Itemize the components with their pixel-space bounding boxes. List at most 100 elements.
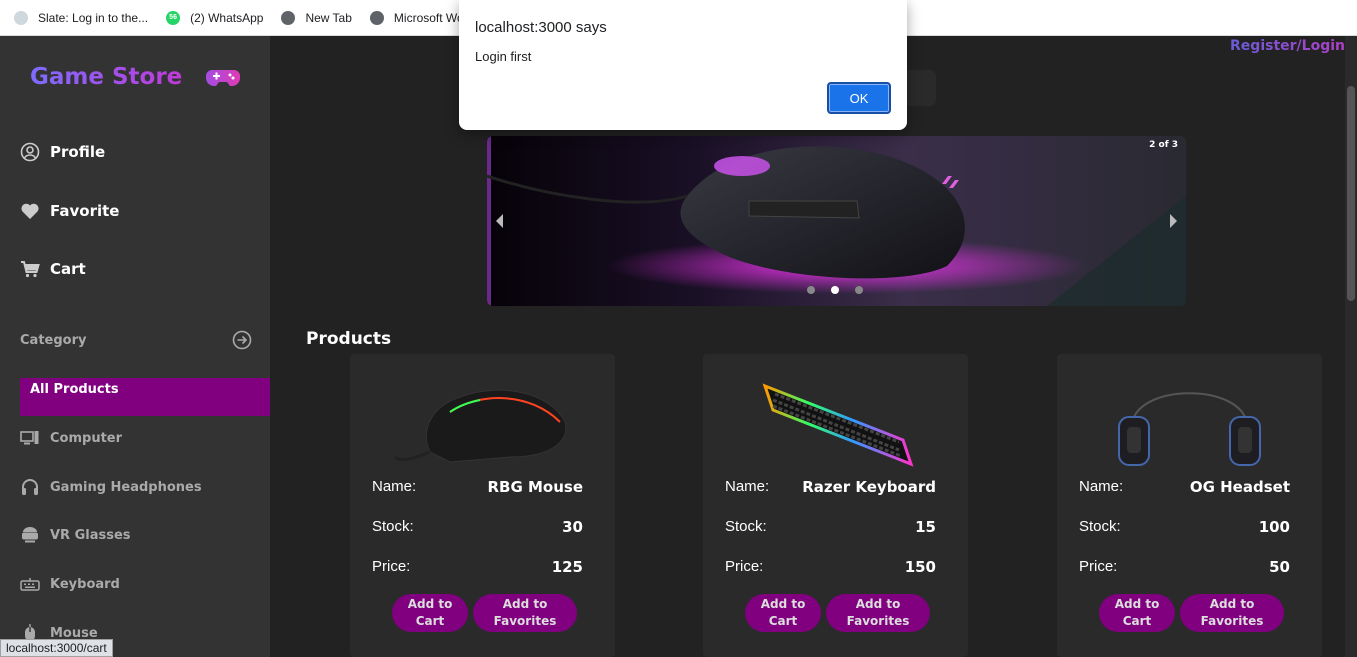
product-stock: 100 bbox=[1258, 518, 1290, 536]
logo[interactable]: Game Store bbox=[30, 64, 241, 90]
globe-icon bbox=[369, 10, 384, 25]
add-to-favorites-button[interactable]: Add to Favorites bbox=[826, 594, 930, 632]
button-label: Add to bbox=[1209, 597, 1255, 611]
product-stock: 30 bbox=[562, 518, 583, 536]
product-price: 50 bbox=[1269, 558, 1290, 576]
scrollbar-thumb[interactable] bbox=[1347, 86, 1355, 301]
bookmark-new-tab[interactable]: New Tab bbox=[281, 10, 352, 25]
category-keyboard[interactable]: Keyboard bbox=[20, 574, 120, 594]
vr-headset-icon bbox=[22, 527, 38, 543]
headphones-icon bbox=[22, 479, 38, 495]
logo-text: Game Store bbox=[30, 64, 183, 90]
bookmark-label: (2) WhatsApp bbox=[190, 10, 264, 25]
product-price-row: Price: 150 bbox=[725, 558, 936, 576]
product-image-mouse bbox=[393, 389, 567, 463]
product-price: 150 bbox=[904, 558, 936, 576]
sidebar: Game Store Profile Favorite Cart Categor… bbox=[0, 36, 270, 657]
carousel-dot[interactable] bbox=[831, 286, 839, 294]
ok-button[interactable]: OK bbox=[827, 82, 891, 114]
product-image-headset bbox=[1118, 389, 1261, 466]
category-vr-glasses[interactable]: VR Glasses bbox=[20, 525, 131, 545]
button-label: Add to bbox=[855, 597, 901, 611]
category-label: Computer bbox=[50, 430, 123, 446]
product-name: Razer Keyboard bbox=[802, 478, 936, 496]
product-price: 125 bbox=[551, 558, 583, 576]
whatsapp-icon: 56 bbox=[166, 10, 181, 25]
product-card: Name: OG Headset Stock: 100 Price: 50 Ad… bbox=[1057, 354, 1322, 657]
add-to-favorites-button[interactable]: Add to Favorites bbox=[1180, 594, 1284, 632]
product-price-row: Price: 125 bbox=[372, 558, 583, 576]
add-to-cart-button[interactable]: Add to Cart bbox=[392, 594, 468, 632]
nav-favorite[interactable]: Favorite bbox=[20, 201, 119, 221]
category-all-products[interactable]: All Products bbox=[20, 378, 270, 416]
bookmark-slate[interactable]: Slate: Log in to the... bbox=[14, 10, 148, 25]
scrollbar[interactable] bbox=[1345, 36, 1357, 657]
category-gaming-headphones[interactable]: Gaming Headphones bbox=[20, 477, 202, 497]
product-stock-row: Stock: 100 bbox=[1079, 518, 1290, 536]
product-card: Name: Razer Keyboard Stock: 15 Price: 15… bbox=[703, 354, 968, 657]
bookmark-microsoft[interactable]: Microsoft Wor bbox=[369, 10, 468, 25]
bookmark-label: New Tab bbox=[305, 10, 352, 25]
button-label: Favorites bbox=[1200, 614, 1264, 628]
nav-favorite-label: Favorite bbox=[50, 202, 120, 220]
category-computer[interactable]: Computer bbox=[20, 428, 122, 448]
button-label: Add to bbox=[407, 597, 453, 611]
product-stock-row: Stock: 30 bbox=[372, 518, 583, 536]
button-label: Cart bbox=[1122, 614, 1152, 628]
product-name: RBG Mouse bbox=[487, 478, 583, 496]
button-label: Add to bbox=[502, 597, 548, 611]
register-login-link[interactable]: Register/Login bbox=[1230, 38, 1345, 54]
carousel-dot[interactable] bbox=[807, 286, 815, 294]
dialog-message: Login first bbox=[475, 49, 532, 64]
status-bar-url: localhost:3000/cart bbox=[0, 639, 113, 657]
gamepad-icon bbox=[206, 70, 241, 86]
button-label: Cart bbox=[415, 614, 445, 628]
nav-profile[interactable]: Profile bbox=[20, 142, 105, 162]
carousel-dots bbox=[807, 286, 863, 294]
nav-cart[interactable]: Cart bbox=[20, 259, 86, 279]
button-label: Cart bbox=[768, 614, 798, 628]
category-header: Category bbox=[20, 330, 252, 350]
name-label: Name: bbox=[1079, 478, 1124, 495]
name-label: Name: bbox=[372, 478, 417, 495]
category-heading: Category bbox=[20, 332, 87, 348]
carousel-prev-icon[interactable] bbox=[496, 214, 503, 228]
stock-label: Stock: bbox=[372, 518, 414, 535]
keyboard-icon bbox=[20, 578, 40, 591]
product-stock: 15 bbox=[915, 518, 936, 536]
bookmark-whatsapp[interactable]: 56 (2) WhatsApp bbox=[166, 10, 264, 25]
button-label: Favorites bbox=[493, 614, 557, 628]
product-name: OG Headset bbox=[1189, 478, 1290, 496]
carousel-mouse-image bbox=[487, 136, 1186, 306]
add-to-favorites-button[interactable]: Add to Favorites bbox=[473, 594, 577, 632]
products-title: Products bbox=[306, 329, 392, 349]
product-name-row: Name: RBG Mouse bbox=[372, 478, 583, 496]
carousel[interactable]: 2 of 3 bbox=[487, 136, 1186, 306]
add-to-cart-button[interactable]: Add to Cart bbox=[1099, 594, 1175, 632]
slate-icon bbox=[14, 10, 28, 25]
stock-label: Stock: bbox=[725, 518, 767, 535]
product-name-row: Name: Razer Keyboard bbox=[725, 478, 936, 496]
stock-label: Stock: bbox=[1079, 518, 1121, 535]
carousel-dot[interactable] bbox=[855, 286, 863, 294]
price-label: Price: bbox=[725, 558, 764, 575]
price-label: Price: bbox=[1079, 558, 1118, 575]
button-label: Favorites bbox=[846, 614, 910, 628]
arrow-right-circle-icon[interactable] bbox=[232, 330, 252, 350]
button-label: Add to bbox=[760, 597, 806, 611]
carousel-counter: 2 of 3 bbox=[1149, 140, 1178, 150]
product-stock-row: Stock: 15 bbox=[725, 518, 936, 536]
price-label: Price: bbox=[372, 558, 411, 575]
carousel-next-icon[interactable] bbox=[1170, 214, 1177, 228]
button-label: Add to bbox=[1114, 597, 1160, 611]
category-label: Gaming Headphones bbox=[50, 479, 202, 495]
product-price-row: Price: 50 bbox=[1079, 558, 1290, 576]
globe-icon bbox=[281, 10, 296, 25]
heart-icon bbox=[21, 203, 39, 219]
category-label: VR Glasses bbox=[50, 527, 131, 543]
user-circle-icon bbox=[20, 142, 40, 162]
computer-icon bbox=[20, 431, 39, 445]
cart-icon bbox=[21, 261, 40, 278]
add-to-cart-button[interactable]: Add to Cart bbox=[745, 594, 821, 632]
bookmark-label: Microsoft Wor bbox=[393, 10, 468, 25]
